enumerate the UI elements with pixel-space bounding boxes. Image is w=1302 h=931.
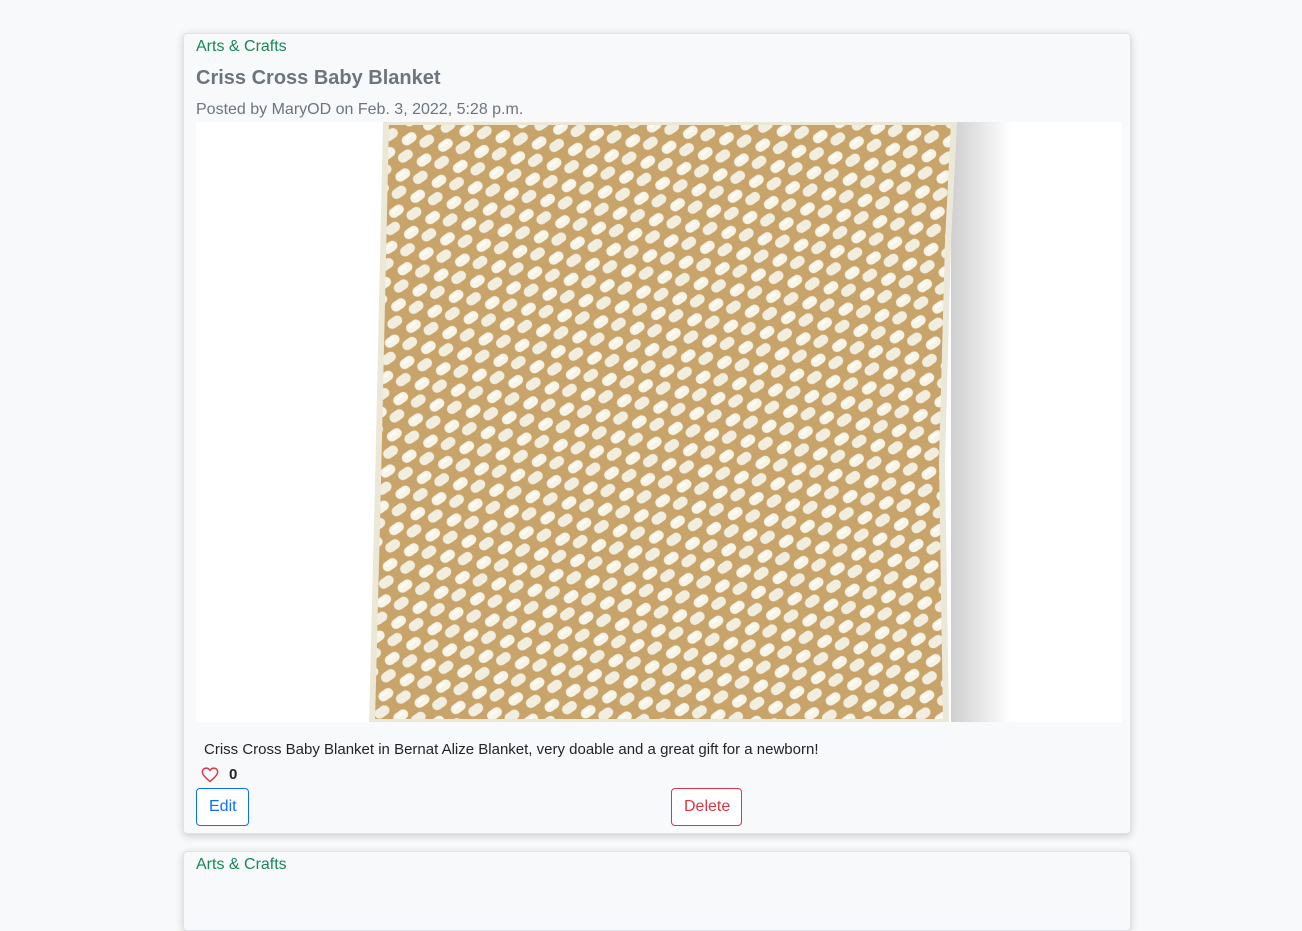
like-row: 0 (201, 766, 237, 783)
post-description: Criss Cross Baby Blanket in Bernat Alize… (204, 741, 819, 758)
post-card: Arts & Crafts Criss Cross Baby Blanket P… (183, 33, 1131, 834)
post-meta: Posted by MaryOD on Feb. 3, 2022, 5:28 p… (196, 101, 524, 118)
post-title: Criss Cross Baby Blanket (196, 67, 441, 89)
heart-outline-icon[interactable] (201, 766, 219, 783)
post-card: Arts & Crafts (183, 851, 1131, 931)
post-category-link[interactable]: Arts & Crafts (196, 38, 287, 56)
blanket-image (196, 122, 1122, 722)
delete-button[interactable]: Delete (671, 788, 742, 826)
post-category-link[interactable]: Arts & Crafts (196, 856, 287, 874)
like-count: 0 (229, 766, 238, 783)
edit-button[interactable]: Edit (196, 788, 249, 826)
post-image (196, 122, 1122, 722)
